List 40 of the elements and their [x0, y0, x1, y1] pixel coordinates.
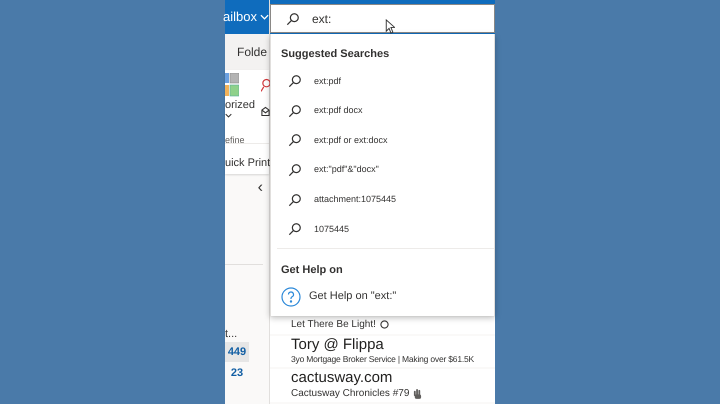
search-field[interactable]: ext: [270, 4, 495, 33]
search-icon [288, 222, 302, 236]
circle-icon [380, 320, 389, 329]
category-squares-icon [225, 73, 239, 97]
message-sender: Tory @ Flippa [291, 337, 385, 353]
suggestion-item[interactable]: ext:pdf or ext:docx [271, 126, 494, 156]
search-icon [288, 133, 302, 148]
chevron-down-icon [225, 113, 232, 118]
folder-item[interactable]: t... [225, 326, 238, 342]
message-item[interactable]: cactusway.com Cactusway Chronicles #79 [270, 368, 495, 402]
message-sender: cactusway.com [291, 370, 394, 386]
suggestion-item[interactable]: 1075445 [271, 214, 494, 244]
suggestion-item[interactable]: ext:"pdf"&"docx" [271, 155, 494, 185]
message-item[interactable]: Tory @ Flippa 3yo Mortgage Broker Service | Making over $61.5K [270, 336, 495, 367]
section-heading: Get Help on [280, 263, 344, 278]
suggestion-item[interactable]: attachment:1075445 [271, 184, 494, 214]
search-icon [288, 104, 302, 118]
quick-print-button[interactable]: uick Print [225, 155, 270, 172]
search-input[interactable]: ext: [312, 10, 432, 28]
search-icon [286, 12, 300, 26]
categorize-button[interactable]: orized [225, 99, 255, 118]
suggestion-item[interactable]: ext:pdf docx [271, 96, 494, 126]
hand-icon [413, 388, 422, 399]
person-icon [261, 78, 272, 92]
envelope-icon [261, 105, 270, 117]
search-icon [288, 74, 302, 88]
help-item[interactable]: Get Help on "ext:" [271, 286, 494, 307]
help-icon [281, 286, 301, 307]
section-heading: Suggested Searches [280, 47, 390, 62]
unread-count: 23 [230, 366, 244, 381]
group-label: efine [225, 134, 245, 147]
message-preview: Cactusway Chronicles #79 [291, 386, 410, 401]
suggestion-item[interactable]: ext:pdf [271, 66, 494, 96]
search-icon [288, 163, 302, 178]
collapse-button[interactable]: ‹ [258, 180, 263, 196]
message-preview: Let There Be Light! [291, 318, 376, 332]
unread-count: 449 [225, 342, 249, 362]
message-item[interactable]: Let There Be Light! [270, 317, 495, 334]
message-preview: 3yo Mortgage Broker Service | Making over $61.5K [291, 353, 474, 366]
search-icon [288, 192, 302, 207]
